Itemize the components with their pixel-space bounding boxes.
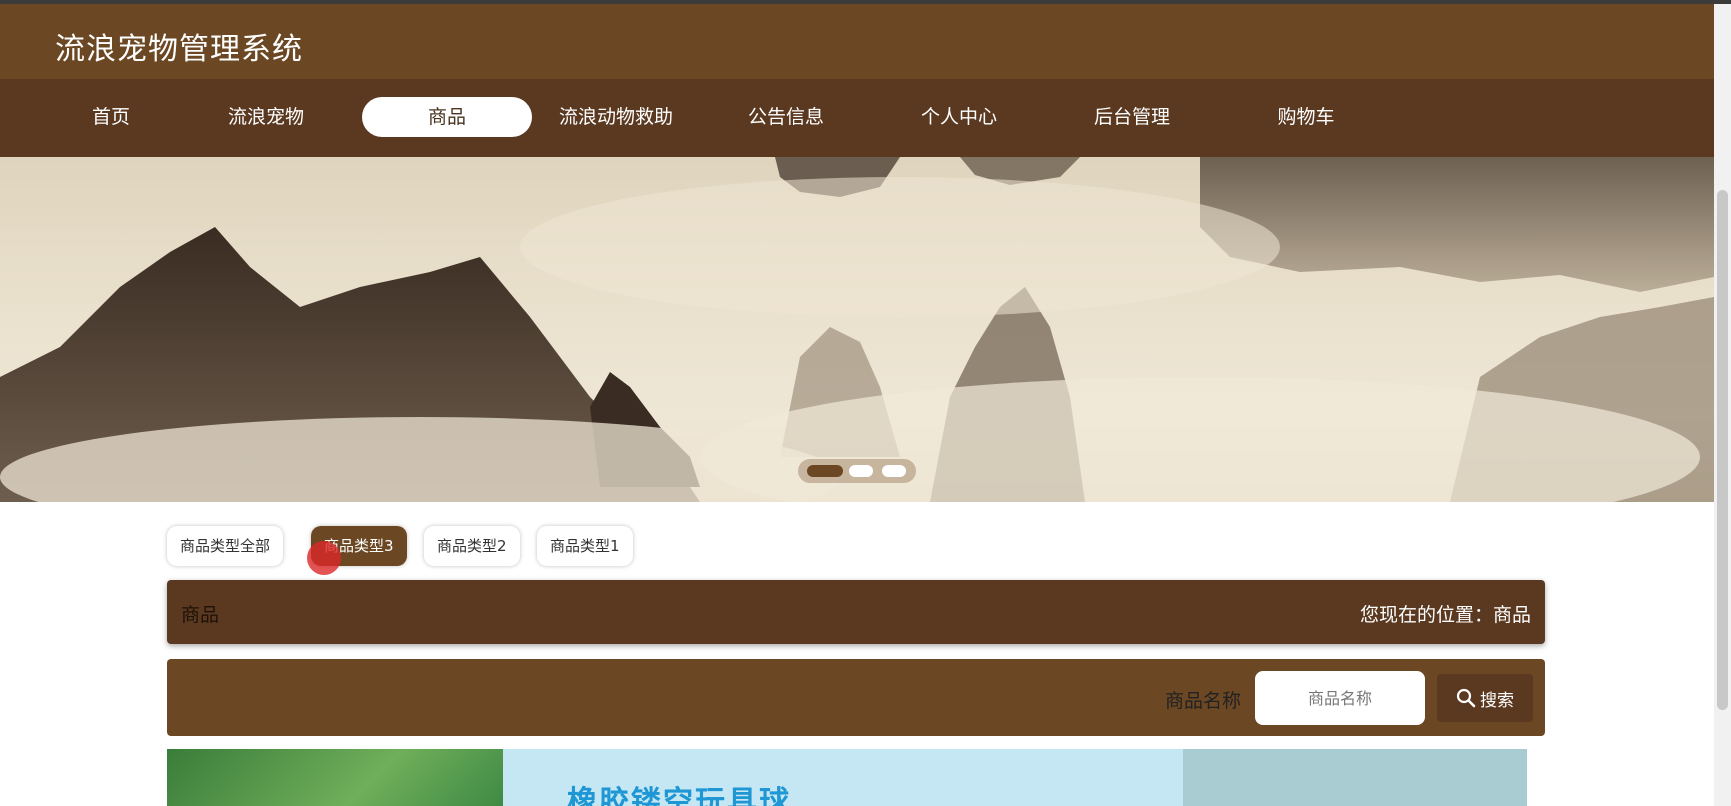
carousel-dot-1[interactable]: [807, 465, 843, 477]
nav-item-announcements[interactable]: 公告信息: [701, 97, 871, 137]
product-image-right: [1183, 749, 1527, 806]
nav-item-cart[interactable]: 购物车: [1221, 97, 1391, 137]
breadcrumb: 您现在的位置：商品: [1359, 604, 1531, 626]
search-icon: [1456, 688, 1476, 708]
main-nav: 首页 流浪宠物 商品 流浪动物救助 公告信息 个人中心 后台管理 购物车: [0, 79, 1714, 157]
search-button[interactable]: 搜索: [1437, 674, 1533, 722]
category-tab-type2[interactable]: 商品类型2: [424, 526, 520, 566]
product-card[interactable]: 橡胶镂空玩具球: [167, 749, 1527, 806]
carousel-dot-3[interactable]: [882, 465, 906, 477]
section-title: 商品: [181, 604, 220, 626]
nav-item-products[interactable]: 商品: [362, 97, 532, 137]
nav-item-home[interactable]: 首页: [26, 97, 196, 137]
product-name: 橡胶镂空玩具球: [567, 785, 791, 806]
nav-item-personal-center[interactable]: 个人中心: [874, 97, 1044, 137]
carousel-dot-2[interactable]: [849, 465, 873, 477]
search-bar: 商品名称 搜索: [167, 659, 1545, 736]
category-tab-type1[interactable]: 商品类型1: [537, 526, 633, 566]
category-tab-all[interactable]: 商品类型全部: [167, 526, 284, 566]
search-input[interactable]: [1255, 671, 1425, 725]
section-header: 商品 您现在的位置：商品: [167, 580, 1545, 644]
click-indicator: [307, 541, 341, 575]
banner-carousel[interactable]: [0, 157, 1714, 502]
product-image-left: [167, 749, 503, 806]
carousel-indicators: [798, 459, 916, 483]
site-header: 流浪宠物管理系统: [0, 4, 1714, 79]
site-title: 流浪宠物管理系统: [55, 32, 303, 67]
search-button-label: 搜索: [1480, 690, 1514, 711]
nav-item-rescue[interactable]: 流浪动物救助: [531, 97, 701, 137]
banner-landscape-image: [0, 157, 1714, 502]
nav-item-admin[interactable]: 后台管理: [1047, 97, 1217, 137]
search-label: 商品名称: [1165, 690, 1242, 712]
scrollbar-thumb[interactable]: [1717, 190, 1728, 710]
nav-item-stray-pets[interactable]: 流浪宠物: [181, 97, 351, 137]
